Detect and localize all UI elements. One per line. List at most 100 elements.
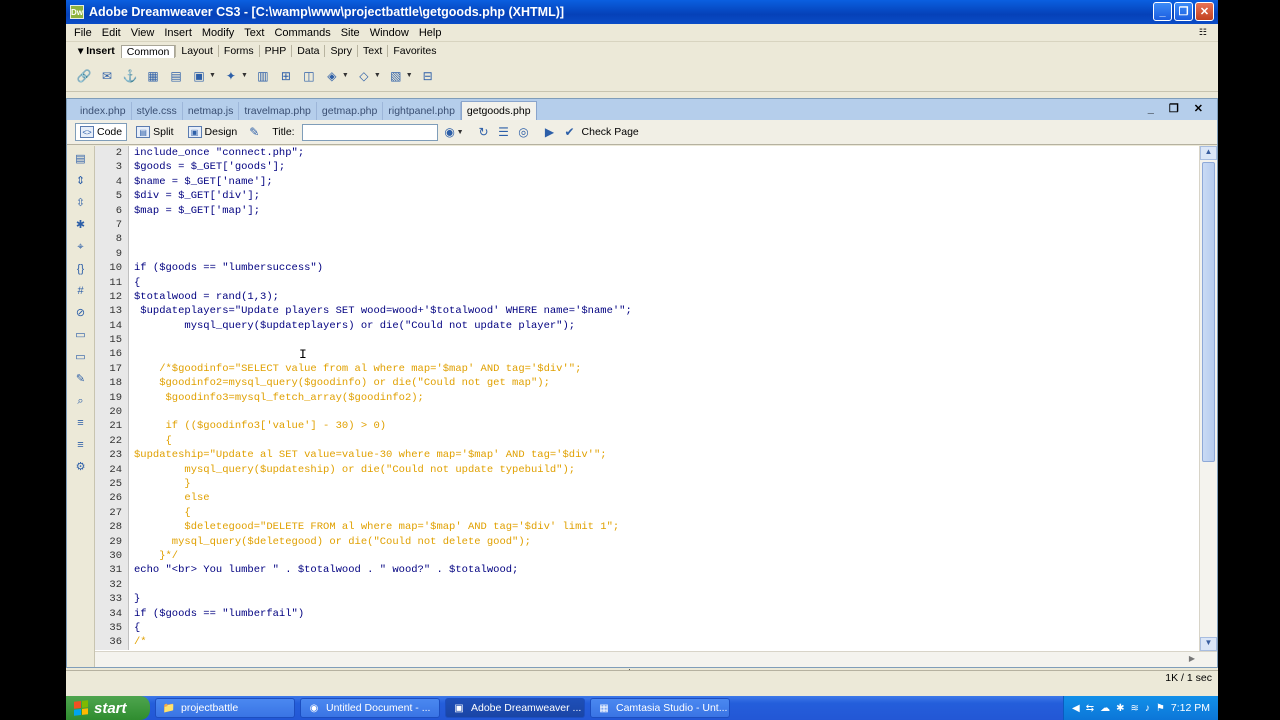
tab-travelmap-php[interactable]: travelmap.php (239, 102, 317, 120)
table-icon[interactable]: ▦ (145, 68, 161, 84)
tag-chooser-icon[interactable]: ⊟ (420, 68, 436, 84)
code-line[interactable]: 13 $updateplayers="Update players SET wo… (95, 304, 1199, 319)
code-text[interactable]: { (129, 276, 140, 290)
code-text[interactable]: { (129, 621, 140, 635)
select-parent-tag-icon[interactable]: ⌖ (74, 240, 88, 254)
code-text[interactable]: if ($goods == "lumberfail") (129, 607, 304, 621)
head-icon[interactable]: ◈ (324, 68, 340, 84)
menu-text[interactable]: Text (239, 27, 269, 39)
panel-grip-icon[interactable]: ☷ (1194, 27, 1212, 38)
code-line[interactable]: 9 (95, 246, 1199, 262)
code-line[interactable]: 10 if ($goods == "lumbersuccess") (95, 261, 1199, 276)
server-side-include-icon[interactable]: ⊞ (278, 68, 294, 84)
code-text[interactable] (129, 347, 134, 361)
code-area[interactable]: 2 include_once "connect.php"; 3 $goods = $_… (95, 146, 1199, 651)
format-source-icon[interactable]: ⚙ (74, 460, 88, 474)
wireless-icon[interactable]: ≋ (1131, 703, 1139, 714)
code-text[interactable] (129, 578, 134, 592)
code-line[interactable]: 30 }*/ (95, 548, 1199, 564)
outdent-code-icon[interactable]: ≡ (74, 438, 88, 452)
wamp-icon[interactable]: ☁ (1100, 703, 1110, 714)
preview-dropdown-icon[interactable]: ▼ (457, 129, 464, 136)
insert-tab-favorites[interactable]: Favorites (387, 45, 441, 57)
code-line[interactable]: 28 $deletegood="DELETE FROM al where map… (95, 520, 1199, 535)
apply-comment-icon[interactable]: ▭ (74, 328, 88, 342)
code-line[interactable]: 35{ (95, 620, 1199, 636)
insert-tab-forms[interactable]: Forms (217, 45, 259, 57)
scroll-thumb[interactable] (1202, 162, 1215, 462)
code-line[interactable]: 12 $totalwood = rand(1,3); (95, 289, 1199, 305)
code-line[interactable]: 27 { (95, 505, 1199, 521)
code-text[interactable]: $name = $_GET['name']; (129, 175, 273, 189)
taskbar-item-firefox[interactable]: ◉ Untitled Document - ... (300, 698, 440, 718)
code-text[interactable]: { (129, 434, 172, 448)
code-text[interactable]: $goodinfo2=mysql_query($goodinfo) or die… (129, 376, 550, 390)
taskbar-item-dreamweaver[interactable]: ▣ Adobe Dreamweaver ... (445, 698, 585, 718)
code-text[interactable]: mysql_query($deletegood) or die("Could n… (129, 535, 531, 549)
code-text[interactable]: /*$goodinfo="SELECT value from al where … (129, 362, 581, 376)
refresh-icon[interactable]: ↻ (476, 124, 492, 140)
code-line[interactable]: 16 (95, 347, 1199, 362)
code-text[interactable]: }*/ (129, 549, 178, 563)
code-line[interactable]: 24 mysql_query($updateship) or die("Coul… (95, 462, 1199, 477)
code-line[interactable]: 5 $div = $_GET['div']; (95, 189, 1199, 204)
start-button[interactable]: start (66, 696, 150, 720)
remove-comment-icon[interactable]: ▭ (74, 350, 88, 364)
code-text[interactable]: $goodinfo3=mysql_fetch_array($goodinfo2)… (129, 391, 424, 405)
code-line[interactable]: 17 /*$goodinfo="SELECT value from al whe… (95, 361, 1199, 377)
code-text[interactable]: } (129, 477, 190, 491)
wrap-tag-icon[interactable]: ✎ (74, 372, 88, 386)
code-line[interactable]: 31 echo "<br> You lumber " . $totalwood .… (95, 563, 1199, 578)
layer-icon[interactable]: ▤ (168, 68, 184, 84)
code-line[interactable]: 2 include_once "connect.php"; (95, 146, 1199, 161)
tab-index-php[interactable]: index.php (75, 102, 132, 120)
scroll-right-icon[interactable]: ▶ (1189, 654, 1195, 663)
code-text[interactable] (129, 218, 134, 232)
hyperlink-icon[interactable]: 🔗 (76, 68, 92, 84)
comment-icon[interactable]: ◫ (301, 68, 317, 84)
templates-dropdown-icon[interactable]: ▼ (406, 72, 413, 79)
line-numbers-icon[interactable]: # (74, 284, 88, 298)
insert-tab-spry[interactable]: Spry (324, 45, 357, 57)
head-dropdown-icon[interactable]: ▼ (342, 72, 349, 79)
code-text[interactable]: $updateplayers="Update players SET wood=… (129, 304, 631, 318)
code-line[interactable]: 3 $goods = $_GET['goods']; (95, 160, 1199, 175)
view-options-icon[interactable]: ☰ (496, 124, 512, 140)
check-page-icon[interactable]: ✔ (562, 124, 578, 140)
code-line[interactable]: 14 mysql_query($updateplayers) or die("C… (95, 318, 1199, 334)
menu-view[interactable]: View (126, 27, 160, 39)
visual-aids-icon[interactable]: ◎ (516, 124, 532, 140)
design-view-button[interactable]: ▣ Design (183, 123, 243, 141)
network-icon[interactable]: ⇆ (1086, 703, 1094, 714)
media-icon[interactable]: ✦ (223, 68, 239, 84)
split-view-button[interactable]: ▤ Split (131, 123, 178, 141)
code-line[interactable]: 4 $name = $_GET['name']; (95, 174, 1199, 190)
code-line[interactable]: 7 (95, 217, 1199, 233)
email-link-icon[interactable]: ✉ (99, 68, 115, 84)
taskbar-item-camtasia[interactable]: ▦ Camtasia Studio - Unt... (590, 698, 730, 718)
code-text[interactable]: echo "<br> You lumber " . $totalwood . "… (129, 563, 518, 577)
code-text[interactable] (129, 247, 134, 261)
vertical-scrollbar[interactable]: ▲ ▼ (1199, 146, 1217, 651)
code-line[interactable]: 33} (95, 592, 1199, 607)
code-line[interactable]: 25 } (95, 476, 1199, 492)
code-line[interactable]: 29 mysql_query($deletegood) or die("Coul… (95, 534, 1199, 549)
security-icon[interactable]: ⚑ (1156, 703, 1165, 714)
tray-expand-icon[interactable]: ◀ (1072, 703, 1080, 714)
menu-edit[interactable]: Edit (97, 27, 126, 39)
code-text[interactable]: $deletegood="DELETE FROM al where map='$… (129, 520, 619, 534)
image-icon[interactable]: ▣ (191, 68, 207, 84)
collapse-selection-icon[interactable]: ⇳ (74, 196, 88, 210)
insert-tab-data[interactable]: Data (291, 45, 324, 57)
restore-button[interactable]: ❐ (1174, 2, 1193, 21)
close-button[interactable]: ✕ (1195, 2, 1214, 21)
insert-tab-text[interactable]: Text (357, 45, 387, 57)
code-text[interactable]: $map = $_GET['map']; (129, 204, 260, 218)
preview-browser-icon[interactable]: ◉ (442, 124, 458, 140)
highlight-invalid-icon[interactable]: ⊘ (74, 306, 88, 320)
title-bar[interactable]: Dw Adobe Dreamweaver CS3 - [C:\wamp\www\… (66, 0, 1218, 24)
code-text[interactable]: if ($goods == "lumbersuccess") (129, 261, 323, 275)
code-line[interactable]: 8 (95, 232, 1199, 247)
code-line[interactable]: 23 $updateship="Update al SET value=value… (95, 448, 1199, 463)
media-dropdown-icon[interactable]: ▼ (241, 72, 248, 79)
